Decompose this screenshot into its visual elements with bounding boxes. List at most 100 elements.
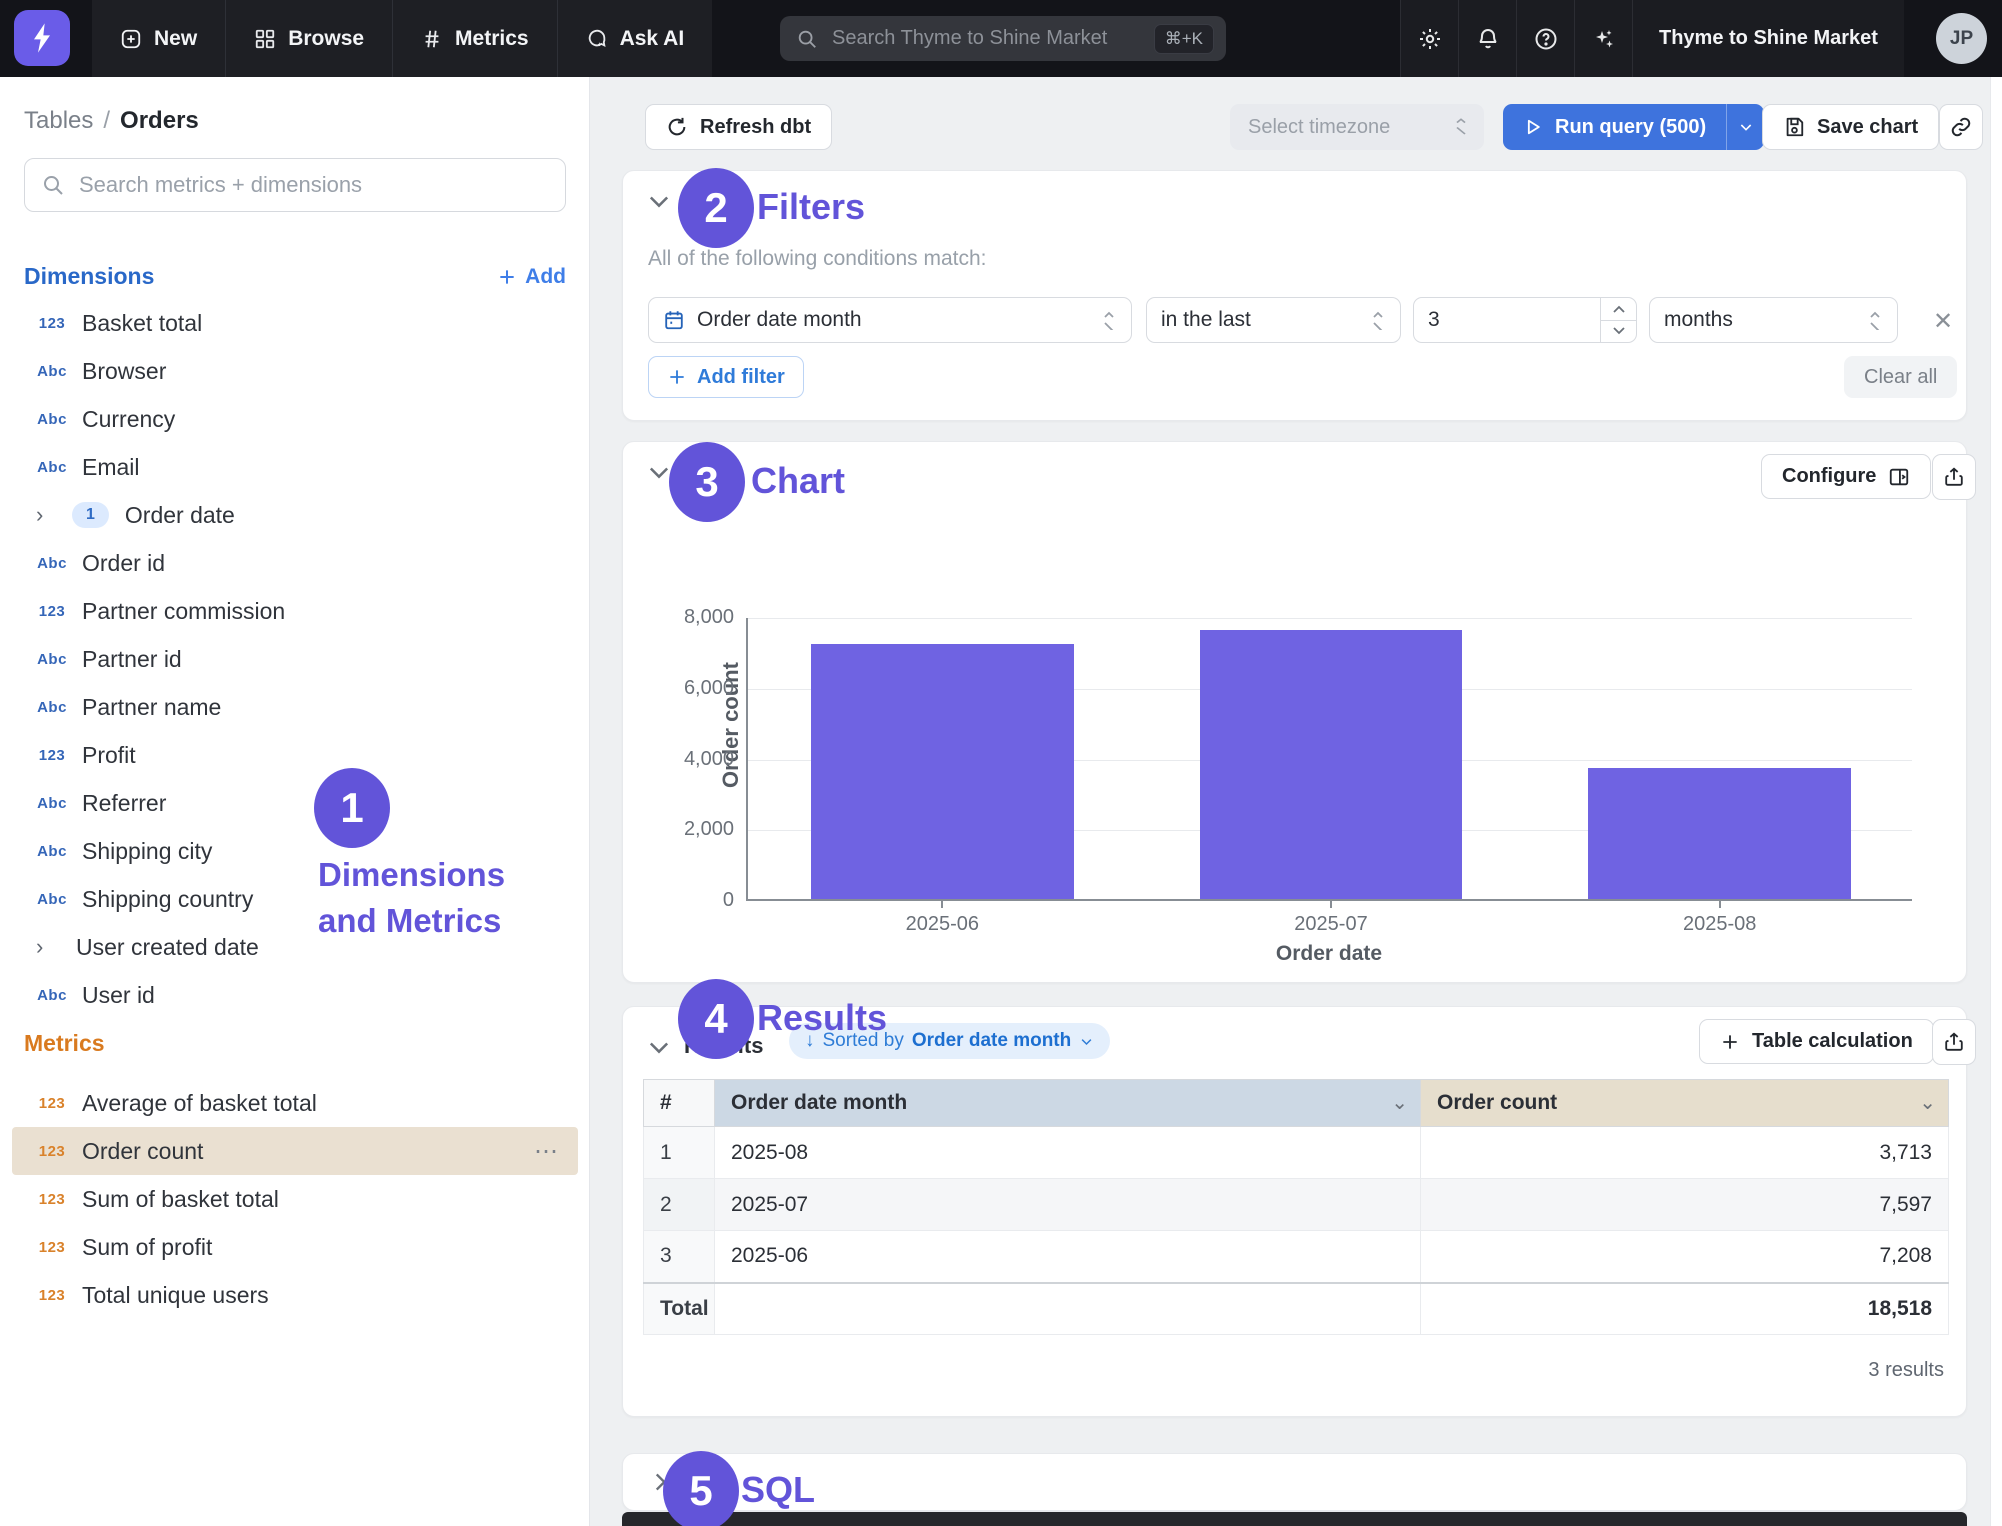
table-row[interactable]: 32025-067,208 (644, 1231, 1949, 1283)
total-value-cell: 18,518 (1421, 1283, 1949, 1335)
add-filter-button[interactable]: Add filter (648, 356, 804, 398)
gear-icon (1418, 27, 1442, 51)
dimension-item-browser[interactable]: AbcBrowser (0, 347, 590, 395)
remove-filter-button[interactable]: ✕ (1933, 307, 1953, 336)
metric-item-total-unique-users[interactable]: 123Total unique users (0, 1271, 590, 1319)
field-label: Browser (82, 358, 166, 385)
timezone-select[interactable]: Select timezone (1230, 104, 1484, 150)
x-axis-tick (941, 901, 943, 908)
results-card: Results ↓ Sorted by Order date month Tab… (622, 1006, 1967, 1417)
value-stepper[interactable] (1600, 298, 1636, 342)
nav-new-label: New (154, 27, 197, 51)
breadcrumb-tables-link[interactable]: Tables (24, 107, 93, 134)
export-chart-button[interactable] (1932, 454, 1976, 500)
grid-icon (254, 28, 276, 50)
table-cell[interactable]: 2025-07 (715, 1179, 1421, 1231)
nav-ask-ai-label: Ask AI (620, 27, 685, 51)
add-dimension-button[interactable]: Add (497, 265, 566, 289)
dimension-item-partner-name[interactable]: AbcPartner name (0, 683, 590, 731)
table-calculation-button[interactable]: Table calculation (1699, 1019, 1934, 1064)
metric-item-sum-of-basket-total[interactable]: 123Sum of basket total (0, 1175, 590, 1223)
sparkles-button[interactable] (1574, 0, 1632, 77)
dimension-item-partner-id[interactable]: AbcPartner id (0, 635, 590, 683)
export-results-button[interactable] (1932, 1019, 1976, 1065)
dimension-column-header[interactable]: Order date month⌄ (715, 1080, 1421, 1127)
metric-item-order-count[interactable]: 123Order count⋯ (12, 1127, 578, 1175)
nav-metrics-button[interactable]: Metrics (392, 0, 557, 77)
table-cell[interactable]: 1 (644, 1127, 715, 1179)
expand-chevron-icon[interactable]: › (36, 502, 60, 528)
stepper-up-icon[interactable] (1601, 298, 1636, 321)
user-avatar[interactable]: JP (1936, 13, 1987, 64)
y-axis-title: Order count (718, 625, 744, 825)
metric-item-sum-of-profit[interactable]: 123Sum of profit (0, 1223, 590, 1271)
run-query-dropdown[interactable] (1726, 104, 1764, 150)
refresh-dbt-button[interactable]: Refresh dbt (645, 104, 832, 150)
calendar-icon (663, 309, 685, 331)
metric-column-header[interactable]: Order count⌄ (1421, 1080, 1949, 1127)
expand-chevron-icon[interactable]: › (36, 934, 60, 960)
configure-button[interactable]: Configure (1761, 454, 1931, 499)
bar-2025-07[interactable] (1200, 630, 1462, 899)
share-link-button[interactable] (1939, 104, 1983, 150)
filters-collapse-chevron[interactable] (645, 187, 673, 215)
metric-item-average-of-basket-total[interactable]: 123Average of basket total (0, 1079, 590, 1127)
table-calculation-label: Table calculation (1752, 1030, 1913, 1053)
org-switcher[interactable]: Thyme to Shine Market (1632, 0, 1904, 77)
dimension-item-basket-total[interactable]: 123Basket total (0, 299, 590, 347)
metrics-list: 123Average of basket total123Order count… (0, 1079, 590, 1319)
clear-all-button[interactable]: Clear all (1844, 356, 1957, 398)
dimension-item-user-id[interactable]: AbcUser id (0, 971, 590, 1019)
dimension-item-partner-commission[interactable]: 123Partner commission (0, 587, 590, 635)
notifications-button[interactable] (1458, 0, 1516, 77)
results-collapse-chevron[interactable] (645, 1033, 673, 1061)
bar-2025-06[interactable] (811, 644, 1073, 899)
table-cell[interactable]: 7,597 (1421, 1179, 1949, 1231)
field-label: Order date (125, 502, 235, 529)
sql-card (622, 1453, 1967, 1511)
fields-search-input[interactable]: Search metrics + dimensions (24, 158, 566, 212)
settings-button[interactable] (1400, 0, 1458, 77)
dimension-item-email[interactable]: AbcEmail (0, 443, 590, 491)
table-cell[interactable]: 3 (644, 1231, 715, 1283)
field-options-icon[interactable]: ⋯ (534, 1137, 574, 1166)
dimension-item-currency[interactable]: AbcCurrency (0, 395, 590, 443)
dimension-item-profit[interactable]: 123Profit (0, 731, 590, 779)
table-cell[interactable]: 7,208 (1421, 1231, 1949, 1283)
table-cell[interactable]: 2025-08 (715, 1127, 1421, 1179)
table-row[interactable]: 22025-077,597 (644, 1179, 1949, 1231)
run-query-button[interactable]: Run query (500) (1503, 104, 1764, 150)
scrollbar-track[interactable] (1990, 77, 2002, 1526)
plus-icon (497, 267, 517, 287)
nav-ask-ai-button[interactable]: Ask AI (557, 0, 713, 77)
annotation-circle-1: 1 (314, 768, 390, 848)
dimension-item-order-date[interactable]: ›1Order date (0, 491, 590, 539)
stepper-down-icon[interactable] (1601, 321, 1636, 343)
table-cell[interactable]: 2 (644, 1179, 715, 1231)
help-button[interactable] (1516, 0, 1574, 77)
filter-field-select[interactable]: Order date month (648, 297, 1132, 343)
bar-2025-08[interactable] (1588, 768, 1850, 899)
table-row[interactable]: 12025-083,713 (644, 1127, 1949, 1179)
filter-value-input[interactable]: 3 (1413, 297, 1637, 343)
filter-unit-select[interactable]: months (1649, 297, 1898, 343)
nav-new-button[interactable]: New (92, 0, 225, 77)
app-logo[interactable] (14, 10, 70, 66)
field-label: Currency (82, 406, 175, 433)
string-type-icon: Abc (32, 459, 72, 476)
sql-footer-strip (622, 1512, 1967, 1526)
dimension-item-order-id[interactable]: AbcOrder id (0, 539, 590, 587)
string-type-icon: Abc (32, 795, 72, 812)
string-type-icon: Abc (32, 987, 72, 1004)
filter-operator-value: in the last (1161, 308, 1251, 332)
field-label: Sum of profit (82, 1234, 212, 1261)
filter-operator-select[interactable]: in the last (1146, 297, 1401, 343)
global-search-placeholder: Search Thyme to Shine Market (832, 27, 1140, 50)
nav-browse-button[interactable]: Browse (225, 0, 392, 77)
table-cell[interactable]: 3,713 (1421, 1127, 1949, 1179)
breadcrumb-current: Orders (120, 107, 199, 134)
table-cell[interactable]: 2025-06 (715, 1231, 1421, 1283)
global-search-input[interactable]: Search Thyme to Shine Market ⌘+K (780, 16, 1226, 61)
save-chart-button[interactable]: Save chart (1762, 104, 1939, 150)
dimension-item-referrer[interactable]: AbcReferrer (0, 779, 590, 827)
